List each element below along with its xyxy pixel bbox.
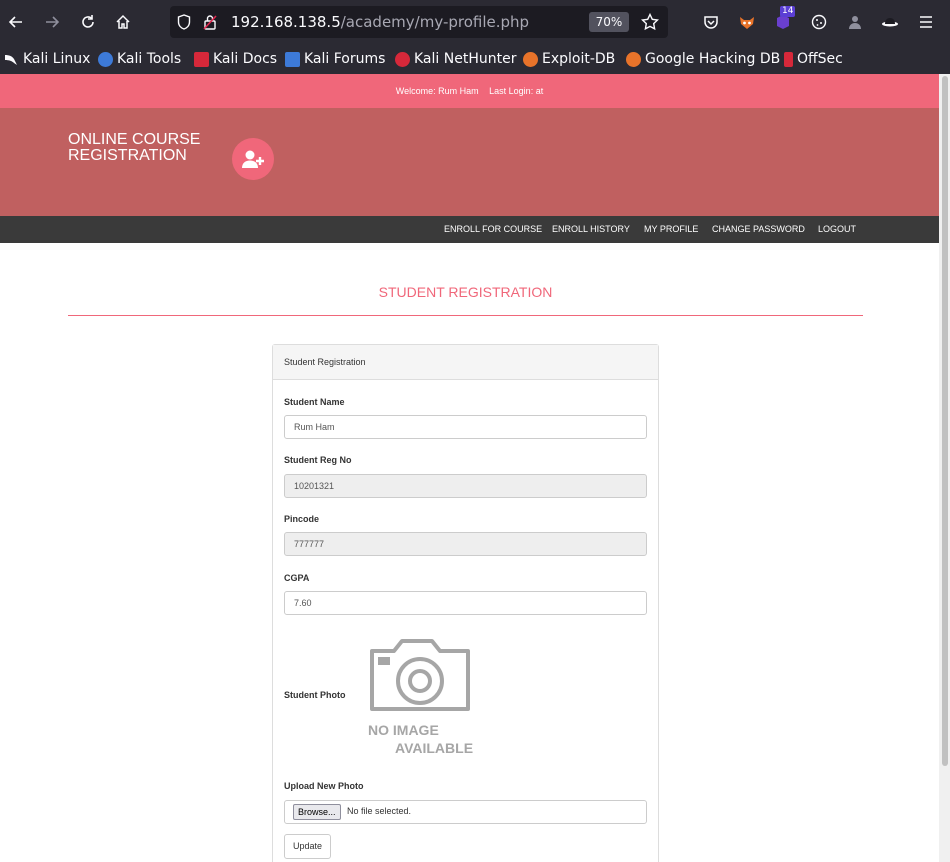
student-photo-label: Student Photo [284, 690, 346, 700]
last-login-text: Last Login: at [489, 86, 544, 96]
welcome-bar: Welcome: Rum Ham Last Login: at [0, 74, 939, 108]
browse-button[interactable]: Browse... [293, 804, 341, 820]
student-name-label: Student Name [284, 397, 345, 407]
bookmark-kali-forums[interactable]: Kali Forums [285, 49, 385, 69]
pincode-input[interactable]: 777777 [284, 532, 647, 556]
bookmark-star-icon[interactable] [640, 12, 660, 35]
kali-docs-icon [194, 51, 209, 67]
bookmark-kali-tools[interactable]: Kali Tools [98, 49, 181, 69]
bookmark-exploit-db[interactable]: Exploit-DB [523, 49, 615, 69]
back-icon[interactable] [5, 11, 27, 33]
bookmark-offsec[interactable]: OffSec [784, 49, 843, 69]
extension-badge: 14 [780, 6, 796, 17]
brand-line-1: ONLINE COURSE [68, 131, 201, 148]
bookmark-kali-nethunter[interactable]: Kali NetHunter [395, 49, 516, 69]
forward-icon[interactable] [41, 11, 63, 33]
hat-icon[interactable] [879, 11, 901, 33]
pincode-label: Pincode [284, 514, 320, 524]
student-name-input[interactable]: Rum Ham [284, 415, 647, 439]
cgpa-input[interactable]: 7.60 [284, 591, 647, 615]
upload-photo-label: Upload New Photo [284, 781, 364, 791]
bookmark-google-hacking-db[interactable]: Google Hacking DB [626, 49, 780, 69]
brand-line-2: REGISTRATION [68, 147, 187, 164]
url-bar[interactable]: 192.168.138.5/academy/my-profile.php 70% [170, 6, 668, 38]
scrollbar-thumb[interactable] [942, 76, 948, 766]
foxyproxy-icon[interactable] [736, 11, 758, 33]
reload-icon[interactable] [77, 11, 99, 33]
ghdb-icon [626, 51, 641, 67]
welcome-text: Welcome: Rum Ham [395, 86, 479, 96]
home-icon[interactable] [112, 11, 134, 33]
page-title: STUDENT REGISTRATION [378, 284, 553, 300]
camera-icon [370, 639, 470, 711]
site-brand[interactable]: ONLINE COURSE REGISTRATION [68, 132, 228, 164]
zoom-indicator[interactable]: 70% [589, 12, 629, 32]
bookmark-kali-linux[interactable]: Kali Linux [4, 49, 90, 69]
no-image-placeholder: NO IMAGE AVAILABLE [368, 635, 476, 760]
bookmarks-bar: Kali Linux Kali Tools Kali Docs Kali For… [0, 44, 950, 74]
student-regno-input[interactable]: 10201321 [284, 474, 647, 498]
pocket-icon[interactable] [700, 11, 722, 33]
browser-toolbar: 192.168.138.5/academy/my-profile.php 70%… [0, 0, 950, 44]
exploit-db-icon [523, 51, 538, 67]
main-navbar: ENROLL FOR COURSE ENROLL HISTORY MY PROF… [0, 216, 939, 243]
user-agent-icon[interactable] [844, 11, 866, 33]
nav-enroll-history[interactable]: ENROLL HISTORY [552, 216, 630, 243]
no-image-text: NO IMAGE [368, 722, 439, 738]
page-scrollbar[interactable] [939, 74, 950, 862]
file-status: No file selected. [347, 806, 412, 816]
kali-tools-icon [98, 51, 113, 67]
update-button[interactable]: Update [284, 834, 332, 859]
photo-file-input[interactable]: Browse... No file selected. [284, 800, 647, 824]
nethunter-icon [395, 51, 410, 67]
cookie-icon[interactable] [808, 11, 830, 33]
nav-change-password[interactable]: CHANGE PASSWORD [712, 216, 805, 243]
url-text[interactable]: 192.168.138.5/academy/my-profile.php [231, 13, 529, 31]
site-header: ONLINE COURSE REGISTRATION [0, 108, 939, 216]
menu-icon[interactable] [915, 11, 937, 33]
extension-icon[interactable]: 14 [772, 6, 796, 33]
kali-forums-icon [285, 51, 300, 67]
nav-my-profile[interactable]: MY PROFILE [644, 216, 698, 243]
nav-enroll-for-course[interactable]: ENROLL FOR COURSE [444, 216, 542, 243]
insecure-lock-icon[interactable] [203, 14, 217, 34]
cgpa-label: CGPA [284, 573, 310, 583]
registration-panel: Student Registration Student Name Rum Ha… [272, 344, 659, 862]
shield-icon[interactable] [177, 14, 191, 34]
available-text: AVAILABLE [395, 740, 474, 756]
add-user-icon [232, 138, 274, 180]
page-viewport: Welcome: Rum Ham Last Login: at ONLINE C… [0, 74, 939, 862]
offsec-icon [784, 51, 793, 67]
student-regno-label: Student Reg No [284, 455, 352, 465]
panel-heading: Student Registration [273, 345, 658, 380]
kali-dragon-icon [4, 52, 19, 67]
bookmark-kali-docs[interactable]: Kali Docs [194, 49, 277, 69]
nav-logout[interactable]: LOGOUT [818, 216, 856, 243]
title-divider [68, 315, 863, 316]
